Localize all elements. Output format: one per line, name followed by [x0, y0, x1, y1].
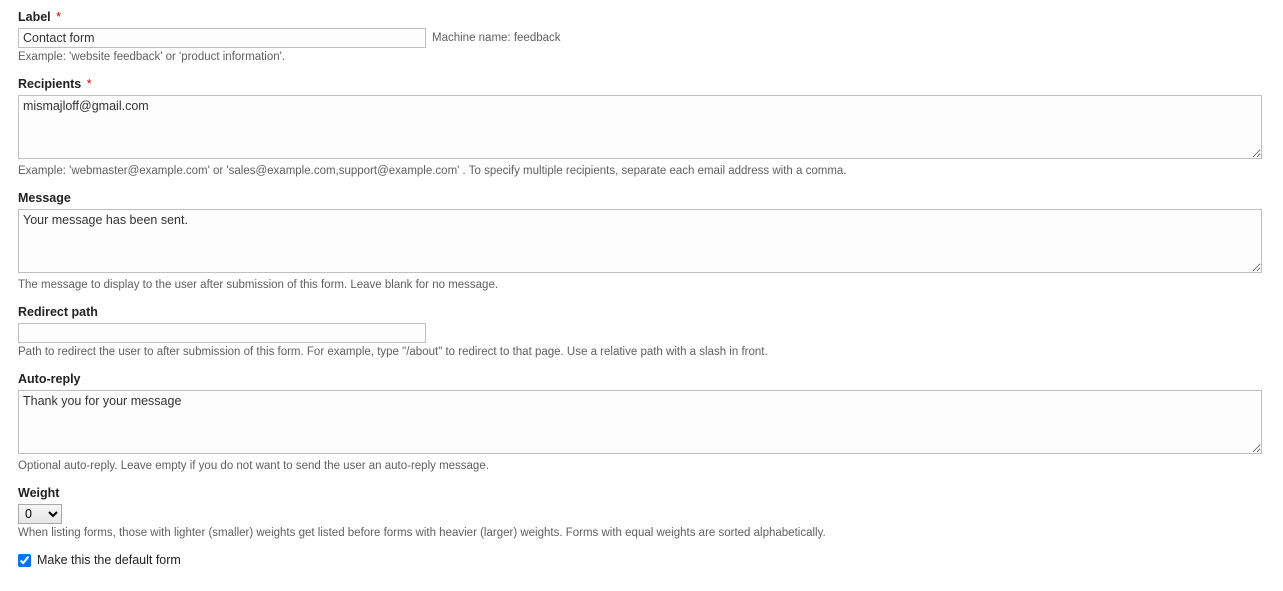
- label-input-row: Machine name: feedback: [18, 28, 1265, 48]
- recipients-label-text: Recipients: [18, 77, 81, 91]
- weight-label: Weight: [18, 486, 1265, 500]
- machine-name-value: feedback: [514, 32, 561, 44]
- recipients-label: Recipients *: [18, 77, 1265, 91]
- weight-field-item: Weight 0 When listing forms, those with …: [18, 486, 1265, 539]
- label-field-label-text: Label: [18, 10, 51, 24]
- label-description: Example: 'website feedback' or 'product …: [18, 51, 1265, 63]
- redirect-path-description: Path to redirect the user to after submi…: [18, 346, 1265, 358]
- recipients-textarea[interactable]: [18, 95, 1262, 159]
- required-marker: *: [87, 77, 92, 91]
- weight-label-text: Weight: [18, 486, 59, 500]
- message-textarea[interactable]: [18, 209, 1262, 273]
- message-description: The message to display to the user after…: [18, 279, 1265, 291]
- message-label-text: Message: [18, 191, 71, 205]
- redirect-path-input[interactable]: [18, 323, 426, 343]
- default-form-field-item: Make this the default form: [18, 553, 1265, 567]
- weight-select[interactable]: 0: [18, 504, 62, 524]
- message-label: Message: [18, 191, 1265, 205]
- label-field-item: Label * Machine name: feedback Example: …: [18, 10, 1265, 63]
- required-marker: *: [56, 10, 61, 24]
- recipients-description: Example: 'webmaster@example.com' or 'sal…: [18, 165, 1265, 177]
- default-form-checkbox[interactable]: [18, 554, 31, 567]
- label-field-label: Label *: [18, 10, 1265, 24]
- message-field-item: Message The message to display to the us…: [18, 191, 1265, 291]
- redirect-path-label-text: Redirect path: [18, 305, 98, 319]
- machine-name-prefix: Machine name:: [432, 32, 514, 44]
- auto-reply-description: Optional auto-reply. Leave empty if you …: [18, 460, 1265, 472]
- recipients-field-item: Recipients * Example: 'webmaster@example…: [18, 77, 1265, 177]
- auto-reply-label: Auto-reply: [18, 372, 1265, 386]
- weight-description: When listing forms, those with lighter (…: [18, 527, 1265, 539]
- auto-reply-label-text: Auto-reply: [18, 372, 81, 386]
- machine-name-suffix[interactable]: Machine name: feedback: [432, 32, 561, 44]
- redirect-path-label: Redirect path: [18, 305, 1265, 319]
- label-input[interactable]: [18, 28, 426, 48]
- auto-reply-field-item: Auto-reply Optional auto-reply. Leave em…: [18, 372, 1265, 472]
- auto-reply-textarea[interactable]: [18, 390, 1262, 454]
- default-form-label[interactable]: Make this the default form: [37, 553, 181, 567]
- redirect-path-field-item: Redirect path Path to redirect the user …: [18, 305, 1265, 358]
